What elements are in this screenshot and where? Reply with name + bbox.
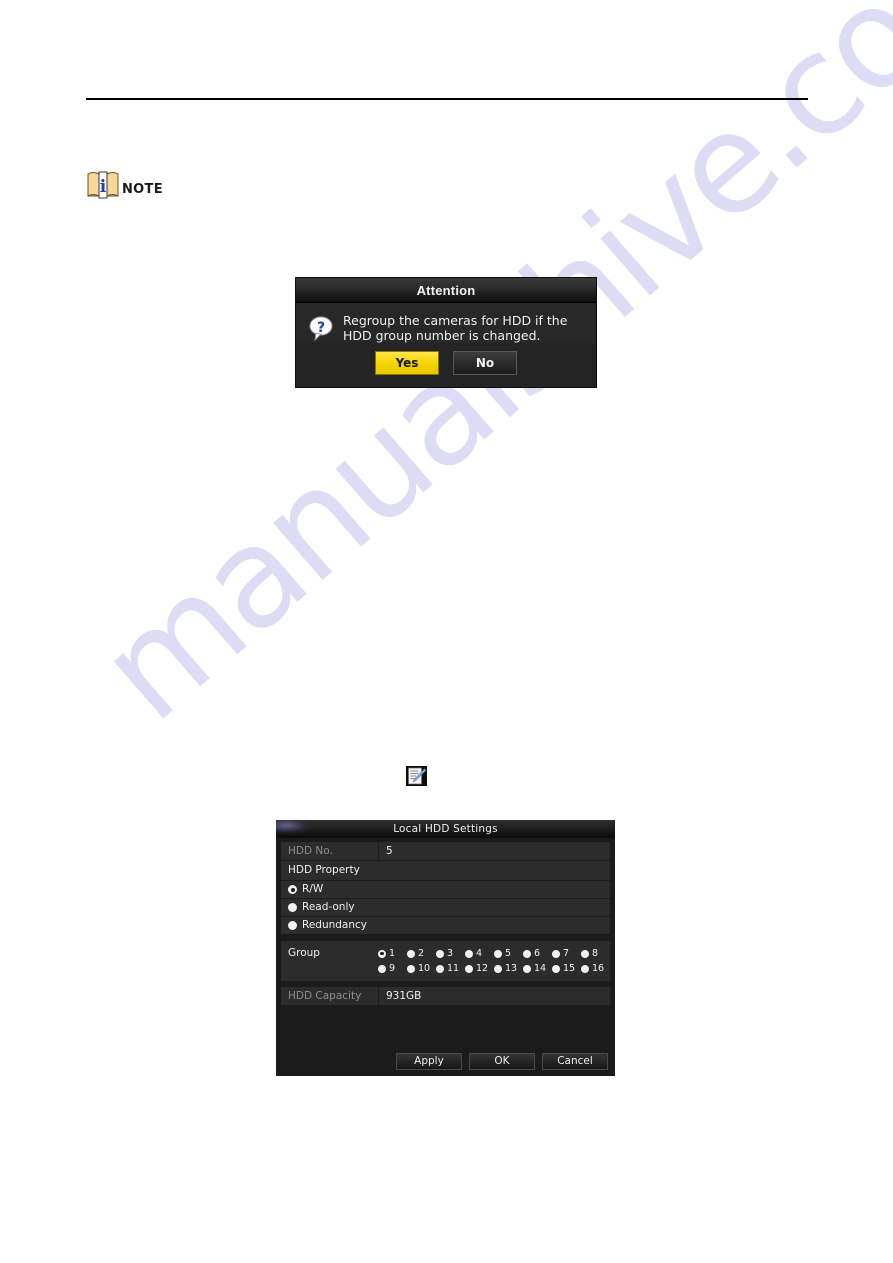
hdd-property-label-redundancy: Redundancy	[302, 919, 367, 931]
svg-text:i: i	[100, 177, 107, 197]
attention-dialog: Attention ? Regroup the cameras for HDD …	[296, 278, 596, 387]
group-option-9[interactable]: 9	[378, 963, 407, 974]
note-label: NOTE	[122, 182, 163, 197]
group-row-2: 9 10 11 12 13 14 15 16	[378, 961, 610, 976]
group-block: Group 1 2 3 4 5 6 7 8 9 10 11 12 13 14 1…	[281, 941, 610, 981]
ok-button[interactable]: OK	[469, 1052, 535, 1070]
no-button[interactable]: No	[453, 351, 517, 375]
radio-group-5-icon[interactable]	[494, 949, 502, 958]
group-option-4[interactable]: 4	[465, 948, 494, 959]
svg-text:?: ?	[317, 320, 325, 336]
hdd-no-row: HDD No. 5	[281, 841, 610, 861]
edit-pencil-icon[interactable]	[406, 766, 427, 786]
group-radio-grid: 1 2 3 4 5 6 7 8 9 10 11 12 13 14 15 16	[378, 946, 610, 976]
radio-group-9-icon[interactable]	[378, 964, 386, 973]
group-option-16[interactable]: 16	[581, 963, 610, 974]
group-label: Group	[288, 947, 320, 959]
hdd-property-option-read-only[interactable]: Read-only	[281, 899, 610, 917]
group-option-10[interactable]: 10	[407, 963, 436, 974]
hdd-capacity-label: HDD Capacity	[288, 990, 362, 1002]
group-option-3-label: 3	[447, 948, 454, 959]
group-option-15[interactable]: 15	[552, 963, 581, 974]
hdd-no-value: 5	[378, 841, 610, 861]
yes-button[interactable]: Yes	[375, 351, 439, 375]
group-option-8-label: 8	[592, 948, 599, 959]
radio-group-4-icon[interactable]	[465, 949, 473, 958]
radio-group-1-icon[interactable]	[378, 949, 386, 958]
group-option-6[interactable]: 6	[523, 948, 552, 959]
hdd-dialog-title: Local HDD Settings	[276, 820, 615, 838]
hdd-capacity-value: 931GB	[378, 986, 610, 1006]
group-option-5-label: 5	[505, 948, 512, 959]
hdd-dialog-spacer	[281, 1006, 610, 1048]
hdd-property-header: HDD Property	[281, 861, 610, 881]
radio-group-6-icon[interactable]	[523, 949, 531, 958]
hdd-property-option-rw[interactable]: R/W	[281, 881, 610, 899]
hdd-capacity-row: HDD Capacity 931GB	[281, 986, 610, 1006]
radio-group-8-icon[interactable]	[581, 949, 589, 958]
group-option-11[interactable]: 11	[436, 963, 465, 974]
group-option-7-label: 7	[563, 948, 570, 959]
radio-group-14-icon[interactable]	[523, 964, 531, 973]
group-option-4-label: 4	[476, 948, 483, 959]
attention-dialog-body: ? Regroup the cameras for HDD if the HDD…	[296, 303, 596, 343]
group-option-13-label: 13	[505, 963, 518, 974]
group-option-12-label: 12	[476, 963, 489, 974]
group-option-8[interactable]: 8	[581, 948, 610, 959]
group-option-2-label: 2	[418, 948, 425, 959]
group-option-12[interactable]: 12	[465, 963, 494, 974]
group-option-7[interactable]: 7	[552, 948, 581, 959]
group-option-14-label: 14	[534, 963, 547, 974]
radio-group-12-icon[interactable]	[465, 964, 473, 973]
attention-dialog-title: Attention	[296, 278, 596, 303]
attention-dialog-buttons: Yes No	[296, 351, 596, 375]
hdd-capacity-block: HDD Capacity 931GB	[281, 986, 610, 1006]
group-option-11-label: 11	[447, 963, 460, 974]
radio-group-15-icon[interactable]	[552, 964, 560, 973]
hdd-property-label-read-only: Read-only	[302, 901, 355, 913]
radio-group-10-icon[interactable]	[407, 964, 415, 973]
titlebar-glow	[276, 820, 310, 834]
group-option-3[interactable]: 3	[436, 948, 465, 959]
radio-group-11-icon[interactable]	[436, 964, 444, 973]
local-hdd-settings-dialog: Local HDD Settings HDD No. 5 HDD Propert…	[276, 820, 615, 1076]
question-bubble-icon: ?	[308, 315, 334, 342]
hdd-dialog-title-text: Local HDD Settings	[393, 823, 498, 835]
group-option-15-label: 15	[563, 963, 576, 974]
radio-group-7-icon[interactable]	[552, 949, 560, 958]
cancel-button[interactable]: Cancel	[542, 1052, 608, 1070]
note-block: i NOTE	[86, 170, 163, 200]
hdd-no-label: HDD No.	[288, 845, 333, 857]
hdd-property-option-redundancy[interactable]: Redundancy	[281, 917, 610, 935]
group-option-6-label: 6	[534, 948, 541, 959]
radio-group-2-icon[interactable]	[407, 949, 415, 958]
attention-message: Regroup the cameras for HDD if the HDD g…	[343, 313, 568, 343]
radio-group-3-icon[interactable]	[436, 949, 444, 958]
radio-redundancy-icon[interactable]	[288, 921, 297, 930]
group-option-14[interactable]: 14	[523, 963, 552, 974]
group-row-1: 1 2 3 4 5 6 7 8	[378, 946, 610, 961]
header-divider	[86, 98, 808, 100]
radio-group-16-icon[interactable]	[581, 964, 589, 973]
apply-button[interactable]: Apply	[396, 1052, 462, 1070]
hdd-dialog-footer: Apply OK Cancel	[276, 1046, 615, 1076]
group-option-13[interactable]: 13	[494, 963, 523, 974]
group-option-9-label: 9	[389, 963, 396, 974]
hdd-property-label-rw: R/W	[302, 883, 324, 895]
hdd-dialog-content: HDD No. 5 HDD Property R/W Read-only Red…	[276, 838, 615, 1048]
note-book-icon: i	[86, 170, 120, 200]
group-option-1[interactable]: 1	[378, 948, 407, 959]
group-option-16-label: 16	[592, 963, 605, 974]
group-option-1-label: 1	[389, 948, 396, 959]
group-option-10-label: 10	[418, 963, 431, 974]
radio-read-only-icon[interactable]	[288, 903, 297, 912]
group-option-2[interactable]: 2	[407, 948, 436, 959]
radio-group-13-icon[interactable]	[494, 964, 502, 973]
group-option-5[interactable]: 5	[494, 948, 523, 959]
radio-rw-icon[interactable]	[288, 885, 297, 894]
